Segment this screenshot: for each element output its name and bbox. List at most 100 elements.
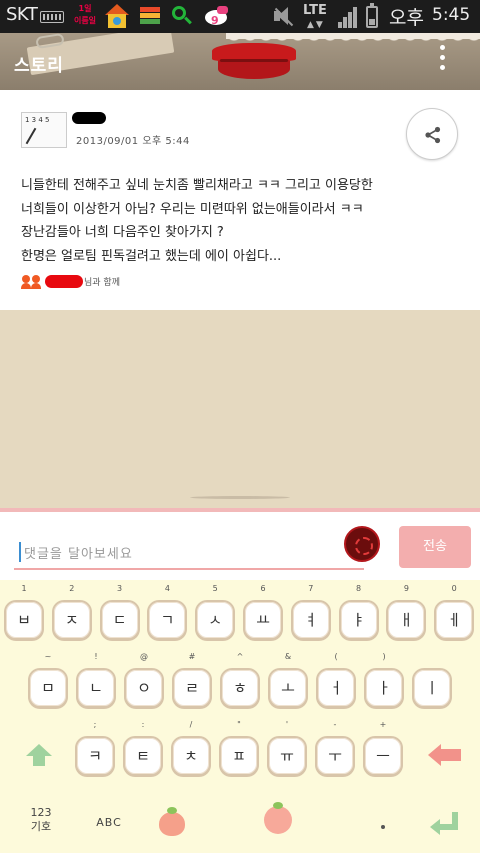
key-row2-6[interactable]: (ㅓ (316, 652, 356, 708)
app-header: 스토리 (0, 33, 480, 90)
comments-area (0, 310, 480, 508)
key-label: ㄹ (185, 679, 199, 697)
emoji-peach-icon[interactable] (159, 807, 185, 836)
key-label: ㅊ (184, 747, 198, 765)
key-hint: 6 (260, 584, 266, 593)
key-row1-8[interactable]: 9ㅐ (386, 584, 427, 640)
key-hint: 3 (117, 584, 123, 593)
comment-bar: 댓글을 달아보세요 전송 (0, 508, 480, 580)
abc-mode-key[interactable]: ABC (94, 816, 124, 829)
key-label: ㅂ (17, 611, 31, 629)
key-row2-3[interactable]: # ㄹ (172, 652, 212, 708)
keyboard-icon (40, 11, 64, 23)
num-mode-bottom-label: 기호 (30, 820, 52, 833)
key-hint: - (333, 720, 337, 729)
key-row3-5[interactable]: -ㅜ (315, 720, 355, 776)
key-row1-3[interactable]: 4ㄱ (147, 584, 188, 640)
signal-icon (338, 6, 360, 28)
share-button[interactable] (406, 108, 458, 160)
period-key[interactable] (381, 825, 385, 829)
clock-label: 5:45 (432, 5, 471, 25)
battery-icon (366, 3, 378, 28)
backspace-key-icon[interactable] (428, 744, 462, 766)
space-key-peach-icon[interactable] (264, 802, 292, 834)
key-row1-0[interactable]: 1ㅂ (4, 584, 44, 640)
key-label: ㅁ (41, 679, 55, 697)
thumbnail-text: 1 3 4 5 (25, 116, 50, 124)
key-label: ㅜ (328, 747, 342, 765)
key-label: ㅗ (281, 679, 295, 697)
overflow-menu-icon[interactable] (432, 45, 452, 79)
tagged-name-redacted (45, 275, 83, 288)
post-line: 한명은 얼로팀 핀독걸려고 했는데 에이 아쉽다... (21, 248, 282, 264)
author-name-redacted[interactable] (72, 112, 106, 124)
network-label: LTE (303, 3, 327, 18)
key-hint: ; (93, 720, 97, 729)
key-row2-0[interactable]: ~ ㅁ (28, 652, 68, 708)
key-hint: 1 (21, 584, 27, 593)
post-body: 니들한테 전해주고 싶네 눈치좀 빨리채라고 ㅋㅋ 그리고 이용당한 너희들이 … (21, 174, 461, 268)
num-mode-top-label: 123 (30, 806, 52, 819)
key-row2-4[interactable]: ^ ㅎ (220, 652, 260, 708)
key-hint: @ (140, 652, 148, 661)
key-hint: ~ (44, 652, 52, 661)
kitty-badge: 9 (211, 14, 219, 27)
key-row1-6[interactable]: 7ㅕ (290, 584, 331, 640)
key-hint: + (379, 720, 387, 729)
key-label: ㅠ (280, 747, 294, 765)
key-row3-0[interactable]: ; ㅋ (75, 720, 115, 776)
key-row1-1[interactable]: 2ㅈ (51, 584, 92, 640)
key-label: ㅔ (447, 611, 462, 629)
carrier-label: SKT (6, 4, 38, 25)
key-label: ㅎ (233, 679, 247, 697)
ampm-label: 오후 (389, 7, 424, 29)
key-row3-1[interactable]: :ㅌ (123, 720, 163, 776)
key-row3-3[interactable]: " ㅍ (219, 720, 259, 776)
key-row1-5[interactable]: 6ㅛ (243, 584, 283, 640)
sticker-button[interactable] (344, 526, 380, 562)
shift-key-icon[interactable] (26, 744, 52, 768)
key-label: ㅇ (137, 679, 151, 697)
key-hint: 9 (403, 584, 409, 593)
key-row1-9[interactable]: 0ㅔ (434, 584, 475, 640)
key-label: ㅋ (88, 747, 102, 765)
share-icon (425, 126, 441, 144)
post-line: 니들한테 전해주고 싶네 눈치좀 빨리채라고 ㅋㅋ 그리고 이용당한 (21, 178, 373, 193)
key-hint: / (189, 720, 193, 729)
key-hint: 8 (356, 584, 362, 593)
key-label: ㅛ (256, 611, 270, 629)
key-row1-2[interactable]: 3ㄷ (99, 584, 140, 640)
text-cursor (19, 542, 21, 562)
key-hint: ^ (236, 652, 244, 661)
key-label: ㅏ (377, 679, 391, 697)
key-row2-8[interactable]: ㅣ (412, 668, 452, 708)
key-hint: ! (94, 652, 98, 661)
key-label: ㄴ (89, 679, 103, 697)
app-title[interactable]: 스토리 (14, 51, 64, 76)
post-line: 너희들이 이상한거 아님? 우리는 미련따위 없는애들이라서 ㅋㅋ (21, 201, 364, 217)
key-row2-1[interactable]: ! ㄴ (76, 652, 116, 708)
people-icon (21, 275, 43, 289)
key-row2-7[interactable]: ) ㅏ (364, 652, 404, 708)
key-hint: 5 (212, 584, 218, 593)
key-row3-6[interactable]: + ㅡ (363, 720, 403, 776)
kitty-app-icon: 9 (203, 4, 229, 28)
key-row1-7[interactable]: 8ㅑ (338, 584, 379, 640)
comment-placeholder: 댓글을 달아보세요 (24, 547, 133, 562)
key-hint: 4 (164, 584, 170, 593)
key-row1-4[interactable]: 5ㅅ (195, 584, 236, 640)
key-label: ㄷ (112, 611, 127, 629)
search-icon (172, 6, 192, 25)
number-symbol-mode-key[interactable]: 123 기호 (24, 806, 58, 834)
key-hint: # (188, 652, 196, 661)
profile-thumbnail[interactable]: 1 3 4 5 (21, 112, 67, 148)
send-button[interactable]: 전송 (399, 526, 471, 568)
key-label: ㅕ (303, 611, 318, 629)
key-label: ㅑ (351, 611, 366, 629)
key-row3-2[interactable]: / ㅊ (171, 720, 211, 776)
key-row2-5[interactable]: & ㅗ (268, 652, 308, 708)
key-row3-4[interactable]: ' ㅠ (267, 720, 307, 776)
enter-key-icon[interactable] (430, 812, 460, 836)
comment-input[interactable]: 댓글을 달아보세요 (14, 534, 364, 570)
key-row2-2[interactable]: @ ㅇ (124, 652, 164, 708)
